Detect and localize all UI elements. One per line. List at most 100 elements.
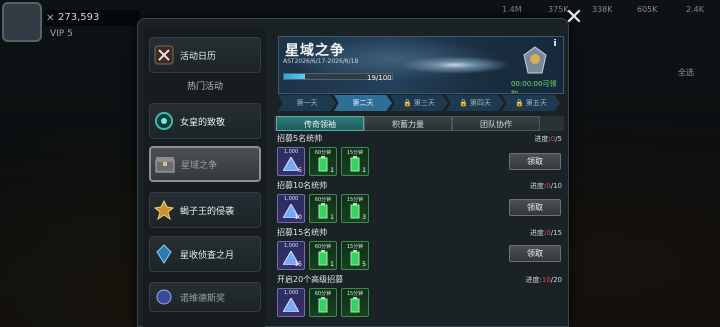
reward-speedup[interactable]: 15分钟 (341, 288, 369, 317)
tab-legendary-leader[interactable]: 传奇领袖 (276, 116, 364, 131)
reward-speedup[interactable]: 60分钟 1 (309, 147, 337, 176)
emblem-icon (153, 110, 175, 132)
event-title: 星域之争 (285, 43, 345, 59)
lock-icon: 🔒 (515, 99, 524, 107)
reward-count: 5 (362, 261, 366, 268)
claim-timer: 00:00:00可领取 (511, 80, 557, 94)
planet-icon (153, 286, 175, 308)
task-row: 招募15名统帅 进度:0/15 1,000 15 60分钟 1 15分钟 5 领取 (274, 227, 564, 273)
reward-speedup[interactable]: 60分钟 1 (309, 194, 337, 223)
reward-count: 10 (294, 214, 302, 221)
task-progress-label: 进度: (525, 276, 542, 284)
sidebar-item-recon-month[interactable]: 星收侦查之月 (149, 236, 261, 272)
reward-top-label: 60分钟 (314, 244, 332, 250)
task-title: 招募15名统帅 (277, 228, 328, 237)
player-avatar[interactable] (2, 2, 42, 42)
reward-count: 1 (330, 167, 334, 174)
reward-top-label: 15分钟 (346, 150, 364, 156)
power-display: ✕ 273,593 (44, 10, 140, 26)
event-progress-fill (284, 74, 305, 79)
resource-iron: 605K (637, 5, 658, 14)
task-title: 开启20个高级招募 (277, 275, 344, 284)
task-progress-total: /5 (555, 135, 562, 143)
sidebar-item-empress[interactable]: 女皇的致敬 (149, 103, 261, 139)
sidebar-item-scorpion-king[interactable]: 蝎子王的侵袭 (149, 192, 261, 228)
reward-speedup[interactable]: 15分钟 3 (341, 194, 369, 223)
task-progress-label: 进度: (534, 135, 551, 143)
reward-crystal[interactable]: 1,000 10 (277, 194, 305, 223)
tab-gather-power[interactable]: 积蓄力量 (364, 116, 452, 131)
reward-count: 1 (330, 261, 334, 268)
crossed-swords-icon (153, 44, 175, 66)
task-row: 开启20个高级招募 进度:10/20 1,000 60分钟 15分钟 (274, 274, 564, 320)
badge-icon (153, 199, 175, 221)
task-progress: 进度:0/10 (530, 181, 562, 191)
reward-speedup[interactable]: 15分钟 1 (341, 147, 369, 176)
sidebar-item-label: 女皇的致敬 (180, 117, 226, 128)
event-date: AST2026/6/17-2026/6/18 (283, 58, 359, 65)
reward-top-label: 15分钟 (346, 291, 364, 297)
sidebar-item-label: 蝎子王的侵袭 (180, 206, 235, 217)
reward-count: 15 (294, 261, 302, 268)
task-progress-current: 10 (541, 276, 551, 284)
tab-team-cooperation[interactable]: 团队协作 (452, 116, 540, 131)
resource-stone: 338K (592, 5, 613, 14)
reward-speedup[interactable]: 60分钟 (309, 288, 337, 317)
battery-icon (342, 297, 368, 317)
reward-speedup[interactable]: 60分钟 1 (309, 241, 337, 270)
vip-level[interactable]: VIP 5 (50, 29, 73, 39)
event-banner: 星域之争 AST2026/6/17-2026/6/18 19/100 00:00… (278, 36, 564, 94)
close-icon[interactable]: ✕ (564, 7, 584, 29)
reward-top-label: 60分钟 (314, 150, 332, 156)
resource-food: 1.4M (502, 5, 522, 14)
reward-count: 1 (330, 214, 334, 221)
reward-crystal[interactable]: 1,000 (277, 288, 305, 317)
sidebar-item-star-domain[interactable]: 星域之争 (149, 146, 261, 182)
crystal-icon (153, 243, 175, 265)
chest-icon (154, 153, 176, 175)
task-title: 招募5名统帅 (277, 134, 323, 143)
tab-day-5[interactable]: 🔒 第五天 (502, 95, 560, 111)
tab-day-1[interactable]: 第一天 (278, 95, 336, 111)
task-progress: 进度:0/15 (530, 228, 562, 238)
reward-top-label: 60分钟 (314, 291, 332, 297)
task-progress-label: 进度: (529, 229, 547, 237)
reward-top-label: 60分钟 (314, 197, 332, 203)
sidebar-item-calendar[interactable]: 活动日历 (149, 37, 261, 73)
task-title: 招募10名统帅 (277, 181, 328, 190)
tab-day-3[interactable]: 🔒 第三天 (390, 95, 448, 111)
resource-gold: 2.4K (686, 5, 704, 14)
reward-crystal[interactable]: 1,000 5 (277, 147, 305, 176)
reward-count: 3 (362, 214, 366, 221)
task-progress-total: /10 (550, 182, 562, 190)
reward-top-label: 15分钟 (346, 197, 364, 203)
task-progress-total: /20 (550, 276, 562, 284)
claim-button[interactable]: 领取 (509, 199, 561, 216)
battery-icon (310, 297, 336, 317)
reward-crystal[interactable]: 1,000 15 (277, 241, 305, 270)
reward-speedup[interactable]: 15分钟 5 (341, 241, 369, 270)
task-row: 招募5名统帅 进度:0/5 1,000 5 60分钟 1 15分钟 1 领取 (274, 133, 564, 179)
event-progress-text: 19/100 (367, 74, 392, 82)
sidebar-item-label: 星收侦查之月 (180, 250, 235, 261)
task-row: 招募10名统帅 进度:0/10 1,000 10 60分钟 1 15分钟 3 领取 (274, 180, 564, 226)
reward-top-label: 1,000 (283, 149, 299, 155)
tab-day-2[interactable]: 第二天 (334, 95, 392, 111)
sidebar-item-label: 星域之争 (181, 160, 218, 171)
claim-button[interactable]: 领取 (509, 245, 561, 262)
reward-top-label: 1,000 (283, 196, 299, 202)
reward-top-label: 15分钟 (346, 244, 364, 250)
task-progress: 进度:0/5 (534, 134, 562, 144)
task-progress: 进度:10/20 (525, 275, 562, 285)
reward-chest-icon[interactable] (520, 45, 550, 77)
lock-icon: 🔒 (403, 99, 412, 107)
reward-count: 1 (362, 167, 366, 174)
sidebar-item-novides[interactable]: 诺维德斯奖 (149, 282, 261, 312)
lock-icon: 🔒 (459, 99, 468, 107)
info-icon[interactable]: i (549, 39, 561, 51)
claim-button[interactable]: 领取 (509, 153, 561, 170)
task-list: 招募5名统帅 进度:0/5 1,000 5 60分钟 1 15分钟 1 领取 招募10名统帅 进度:… (274, 133, 564, 327)
sidebar-item-label: 诺维德斯奖 (180, 293, 226, 304)
reward-top-label: 1,000 (283, 243, 299, 249)
tab-day-4[interactable]: 🔒 第四天 (446, 95, 504, 111)
